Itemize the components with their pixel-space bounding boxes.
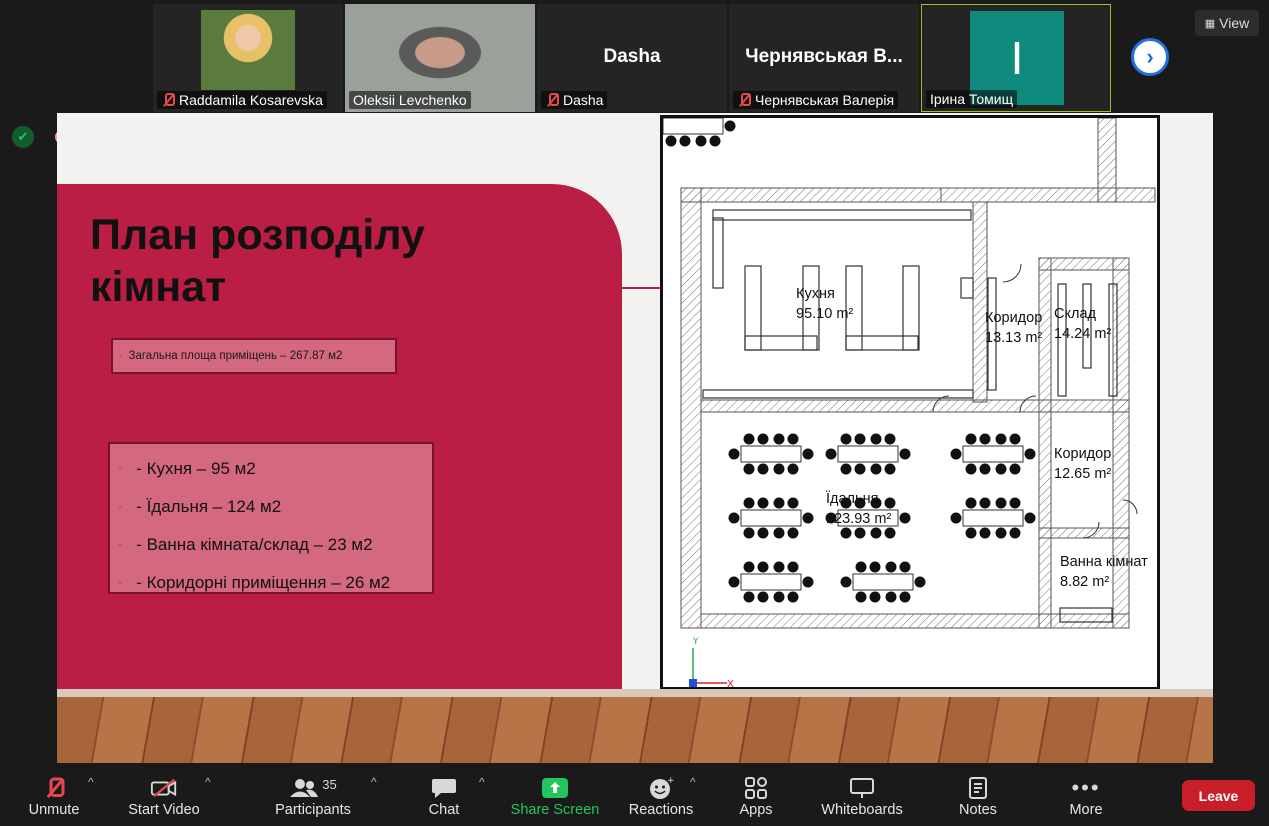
chevron-right-icon: › — [1146, 44, 1154, 69]
bullet-icon: • — [118, 576, 123, 590]
list-item: • - Коридорні приміщення – 26 м2 — [118, 573, 391, 592]
list-item: • - Кухня – 95 м2 — [118, 459, 256, 478]
smiley-icon: + — [647, 775, 675, 801]
slide-title-line-2: кімнат — [90, 263, 227, 311]
apps-icon — [742, 775, 770, 801]
participant-name-1: Raddamila Kosarevska — [179, 92, 323, 108]
axis-x-label: X — [727, 679, 734, 687]
floor-plan-drawing: Y X — [663, 118, 1156, 687]
participant-tile-5-active-speaker[interactable]: I Ірина Томищ — [921, 4, 1111, 112]
axis-marker: Y X — [689, 637, 734, 687]
notes-icon — [964, 775, 992, 801]
axis-y-label: Y — [692, 637, 699, 647]
room-label-corridor-2: Коридор 12.65 m² — [1054, 446, 1112, 482]
start-video-button[interactable]: Start Video — [122, 769, 206, 823]
share-screen-button[interactable]: Share Screen — [508, 769, 602, 823]
slide-title-line-1: План розподілу — [90, 211, 425, 259]
video-options-caret-icon[interactable]: ^ — [205, 775, 211, 789]
grid-icon: ▦ — [1204, 17, 1216, 30]
participant-tile-3[interactable]: Dasha Dasha — [537, 4, 727, 112]
participant-name-2: Oleksii Levchenko — [353, 92, 467, 108]
notes-button[interactable]: Notes — [950, 769, 1006, 823]
mic-muted-icon — [161, 92, 175, 108]
participant-strip: Raddamila Kosarevska Oleksii Levchenko D… — [153, 4, 1117, 112]
leave-button[interactable]: Leave — [1182, 780, 1255, 811]
room-label-kitchen: Кухня 95.10 m² — [796, 286, 854, 322]
video-off-icon — [150, 775, 178, 801]
room-list-box: • - Кухня – 95 м2 • - Їдальня – 124 м2 • - … — [108, 442, 434, 594]
whiteboards-button[interactable]: Whiteboards — [814, 769, 910, 823]
audio-options-caret-icon[interactable]: ^ — [88, 775, 94, 789]
participants-button[interactable]: 35 Participants — [270, 769, 356, 823]
participant-tile-4[interactable]: Чернявськая В... Чернявськая Валерія — [729, 4, 919, 112]
room-label-dining: Їдальня 123.93 m² — [826, 491, 892, 527]
bullet-icon: • — [118, 538, 123, 552]
participant-name-5: Ірина Томищ — [930, 91, 1014, 107]
whiteboard-icon — [848, 775, 876, 801]
room-label-corridor-1: Коридор 13.13 m² — [985, 310, 1043, 346]
shared-screen-slide: План розподілу кімнат • Загальна площа п… — [57, 113, 1213, 763]
bullet-icon: • — [118, 462, 123, 476]
zoom-meeting-window: Raddamila Kosarevska Oleksii Levchenko D… — [0, 0, 1269, 826]
participant-name-3: Dasha — [563, 92, 604, 108]
participant-display-name-3: Dasha — [603, 46, 661, 67]
reactions-button[interactable]: + Reactions — [624, 769, 698, 823]
total-area-box: • Загальна площа приміщень – 267.87 м2 — [111, 338, 397, 374]
slide-divider-line — [622, 287, 662, 289]
participant-display-name-4: Чернявськая В... — [745, 46, 903, 67]
reactions-caret-icon[interactable]: ^ — [690, 775, 696, 789]
view-label: View — [1219, 15, 1250, 31]
participants-icon: 35 — [283, 775, 343, 801]
security-shield-icon[interactable]: ✔ — [12, 126, 34, 148]
meeting-toolbar: Unmute ^ Start Video ^ 35 Participants ^… — [0, 763, 1269, 826]
floor-plan: Y X Кухня 95.10 m² Коридор 13.13 m² Скла… — [660, 115, 1160, 690]
more-dots-icon: ••• — [1071, 775, 1101, 800]
slide-wood-floor — [57, 689, 1213, 763]
chat-icon — [430, 775, 458, 801]
room-label-storage: Склад 14.24 m² — [1054, 306, 1112, 342]
mic-muted-icon — [737, 92, 751, 108]
bullet-icon: • — [118, 500, 123, 514]
list-item: • - Їдальня – 124 м2 — [118, 497, 282, 516]
list-item: • - Ванна кімната/склад – 23 м2 — [118, 535, 373, 554]
participant-name-4: Чернявськая Валерія — [755, 92, 895, 108]
chat-button[interactable]: Chat — [418, 769, 470, 823]
more-button[interactable]: ••• More — [1060, 769, 1112, 823]
participant-tile-2[interactable]: Oleksii Levchenko — [345, 4, 535, 112]
next-page-button[interactable]: › — [1131, 38, 1169, 76]
share-screen-icon — [541, 775, 569, 801]
total-area-text: Загальна площа приміщень – 267.87 м2 — [128, 350, 343, 362]
participants-caret-icon[interactable]: ^ — [371, 775, 377, 789]
chat-caret-icon[interactable]: ^ — [479, 775, 485, 789]
room-label-bathroom: Ванна кімнат 8.82 m² — [1060, 554, 1148, 590]
apps-button[interactable]: Apps — [730, 769, 782, 823]
mic-muted-icon — [545, 92, 559, 108]
bullet-icon: • — [119, 350, 123, 362]
participant-tile-1[interactable]: Raddamila Kosarevska — [153, 4, 343, 112]
mic-muted-icon — [40, 775, 68, 801]
svg-text:+: + — [667, 776, 674, 786]
unmute-button[interactable]: Unmute — [20, 769, 88, 823]
participants-count: 35 — [322, 776, 337, 792]
participant-video-1 — [201, 10, 295, 90]
slide-title: План розподілу кімнат — [90, 209, 590, 313]
view-button[interactable]: ▦ View — [1195, 10, 1259, 36]
